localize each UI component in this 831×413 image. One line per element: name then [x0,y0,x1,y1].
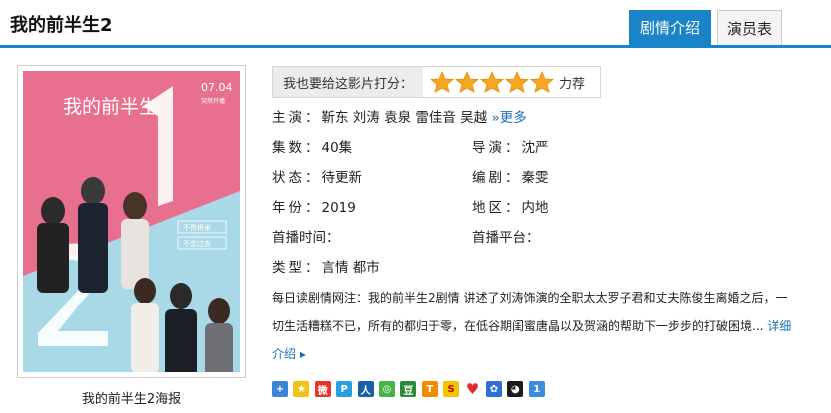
poster-tagline: 突然开播 [201,97,225,105]
wechat-icon[interactable]: ◎ [378,381,395,397]
premiere-platform-label: 首播平台： [472,230,540,246]
header-divider [0,45,831,48]
one-icon[interactable]: 1 [528,381,545,397]
genre-label: 类型： [272,260,322,276]
year-label: 年份： [272,200,322,216]
heart-icon[interactable]: ♥ [464,380,481,398]
director-row: 导演：沈严 [472,136,549,156]
premiere-time-row: 首播时间： [272,226,340,246]
region-value: 内地 [521,200,549,216]
star-icon[interactable] [480,71,504,93]
star-icon[interactable] [455,71,479,93]
tieba-icon[interactable]: T [421,381,438,397]
rating-text: 力荐 [559,77,586,92]
page-header: 我的前半生2 剧情介绍 演员表 [0,0,831,48]
cast-label: 主演： [272,110,322,126]
renren-icon[interactable]: 人 [357,381,374,397]
caret-right-icon: ▸ [296,347,306,361]
poster-art-title: 我的前半生 [63,96,158,118]
share-bar: + ★ 微 P 人 ◎ 豆 T S ♥ ✿ ◕ 1 [272,380,550,398]
poster-image[interactable]: 我的前半生 07.04 突然开播 不畏将来 不念过去 [23,71,240,372]
page-title: 我的前半生2 [10,15,113,36]
baidu-icon[interactable]: ✿ [485,381,502,397]
writer-label: 编剧： [472,170,522,186]
rating-stars[interactable] [430,71,555,93]
poster-slogan-2: 不念过去 [183,239,211,248]
status-row: 状态：待更新 [272,166,362,186]
writer-value[interactable]: 秦雯 [522,170,549,186]
sohu-icon[interactable]: S [443,381,460,397]
plus-icon[interactable]: + [272,381,288,397]
year-row: 年份：2019 [272,196,356,216]
poster-frame[interactable]: 我的前半生 07.04 突然开播 不畏将来 不念过去 [17,65,246,378]
tab-cast[interactable]: 演员表 [717,10,782,45]
status-label: 状态： [272,170,322,186]
plot-description: 每日读剧情网注：我的前半生2剧情 讲述了刘涛饰演的全职太太罗子君和丈夫陈俊生离婚… [272,284,792,368]
region-label: 地区： [472,200,522,216]
qzone-icon[interactable]: ★ [293,381,310,397]
premiere-time-label: 首播时间： [272,230,340,246]
tab-plot[interactable]: 剧情介绍 [629,10,711,45]
rating-box: 我也要给这影片打分： 力荐 [272,66,601,98]
star-icon[interactable] [530,71,554,93]
star-icon[interactable] [505,71,529,93]
genre-row: 类型：言情 都市 [272,256,380,276]
weibo-icon[interactable]: 微 [314,381,331,397]
director-value[interactable]: 沈严 [522,140,549,156]
premiere-platform-row: 首播平台： [472,226,540,246]
director-label: 导演： [472,140,522,156]
description-line-2: 切生活糟糕不已，所有的都归于零，在低谷期闺蜜唐晶以及贺涵的帮助下一步步的打破困境… [272,319,764,333]
region-row: 地区：内地 [472,196,549,216]
genre-value[interactable]: 言情 都市 [322,260,380,276]
star-icon[interactable] [430,71,454,93]
year-value: 2019 [321,200,356,216]
status-value: 待更新 [321,170,363,186]
episodes-value: 40集 [321,140,353,156]
penguin-icon[interactable]: ◕ [507,381,524,397]
rating-label: 我也要给这影片打分： [273,67,423,97]
description-line-1: 每日读剧情网注：我的前半生2剧情 讲述了刘涛饰演的全职太太罗子君和丈夫陈俊生离婚… [272,291,788,305]
writer-row: 编剧：秦雯 [472,166,549,186]
qq-icon[interactable]: P [336,381,353,397]
poster-caption[interactable]: 我的前半生2海报 [17,388,246,407]
cast-value[interactable]: 靳东 刘涛 袁泉 雷佳音 吴越 [322,110,488,126]
poster-date: 07.04 [201,81,233,94]
episodes-label: 集数： [272,140,322,156]
episodes-row: 集数：40集 [272,136,352,156]
poster-slogan-1: 不畏将来 [183,223,211,232]
more-cast-link[interactable]: »更多 [491,110,526,126]
douban-icon[interactable]: 豆 [400,381,417,397]
cast-row: 主演：靳东 刘涛 袁泉 雷佳音 吴越 »更多 [272,106,527,126]
